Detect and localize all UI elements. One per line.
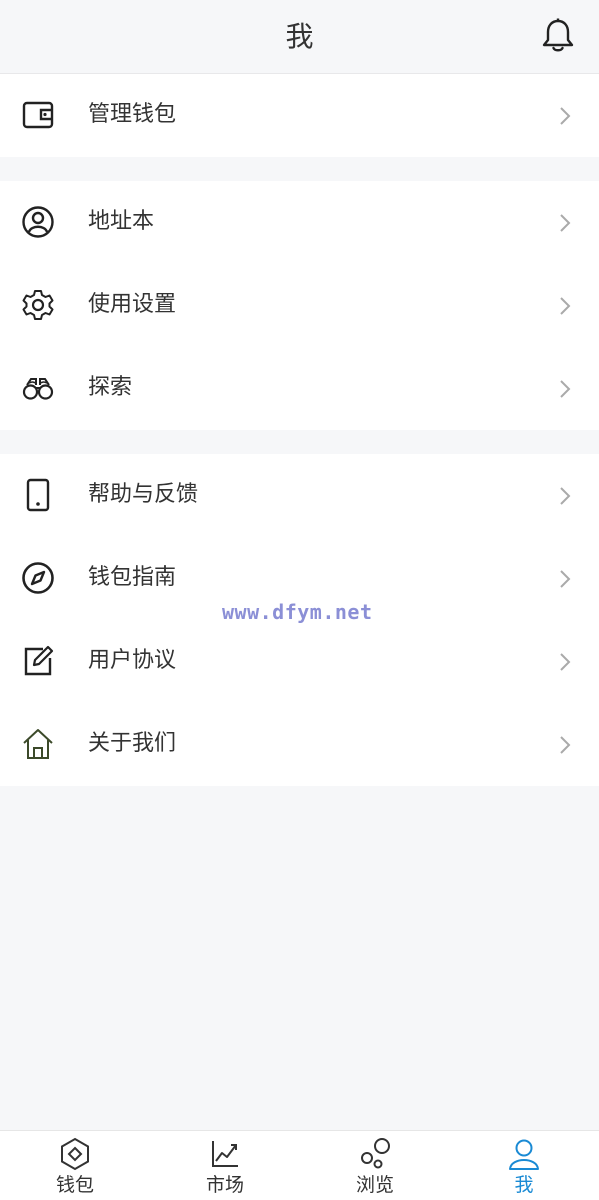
- menu-item-about-us[interactable]: 关于我们: [0, 703, 599, 786]
- chevron-right-icon: [560, 653, 571, 671]
- user-icon: [509, 1139, 539, 1170]
- tab-label: 我: [514, 1174, 534, 1196]
- chevron-right-icon: [560, 297, 571, 315]
- top-bar: 我: [0, 0, 599, 74]
- chevron-right-icon: [560, 487, 571, 505]
- menu-item-explore[interactable]: 探索: [0, 347, 599, 430]
- menu-item-settings[interactable]: 使用设置: [0, 264, 599, 347]
- menu-item-label: 用户协议: [88, 648, 177, 673]
- user-circle-icon: [22, 206, 54, 238]
- menu-item-label: 使用设置: [88, 292, 177, 317]
- binoculars-icon: [22, 378, 54, 400]
- tab-market[interactable]: 市场: [150, 1131, 300, 1200]
- watermark: www.dfym.net: [222, 600, 373, 624]
- menu-item-user-agreement[interactable]: 用户协议: [0, 620, 599, 703]
- compass-icon: [22, 562, 54, 594]
- tab-browse[interactable]: 浏览: [300, 1131, 450, 1200]
- wallet-tab-icon: [61, 1137, 89, 1171]
- menu-item-label: 帮助与反馈: [88, 482, 199, 507]
- bottom-tab-bar: 钱包 市场 浏览 我: [0, 1130, 599, 1200]
- chevron-right-icon: [560, 107, 571, 125]
- menu-item-address-book[interactable]: 地址本: [0, 181, 599, 264]
- home-icon: [23, 729, 53, 759]
- tab-label: 钱包: [55, 1174, 94, 1196]
- chevron-right-icon: [560, 736, 571, 754]
- chevron-right-icon: [560, 380, 571, 398]
- chart-icon: [212, 1141, 238, 1167]
- menu-item-label: 关于我们: [88, 731, 177, 756]
- menu-item-label: 地址本: [88, 209, 155, 234]
- bubbles-icon: [361, 1138, 390, 1169]
- menu-item-label: 探索: [88, 375, 133, 400]
- wallet-icon: [22, 101, 54, 129]
- page-title: 我: [285, 20, 314, 53]
- menu-item-manage-wallet[interactable]: 管理钱包: [0, 74, 599, 157]
- bell-icon[interactable]: [541, 18, 575, 54]
- menu-item-help-feedback[interactable]: 帮助与反馈: [0, 454, 599, 537]
- tab-wallet[interactable]: 钱包: [0, 1131, 150, 1200]
- phone-icon: [26, 478, 50, 512]
- chevron-right-icon: [560, 570, 571, 588]
- chevron-right-icon: [560, 214, 571, 232]
- gear-icon: [22, 290, 54, 320]
- edit-icon: [24, 645, 54, 676]
- tab-label: 市场: [205, 1174, 244, 1196]
- menu-item-label: 管理钱包: [88, 102, 177, 127]
- menu-item-label: 钱包指南: [88, 565, 177, 590]
- group-tools: 地址本 使用设置 探索: [0, 181, 599, 430]
- tab-label: 浏览: [355, 1174, 394, 1196]
- group-wallet: 管理钱包: [0, 74, 599, 157]
- tab-me[interactable]: 我: [449, 1131, 599, 1200]
